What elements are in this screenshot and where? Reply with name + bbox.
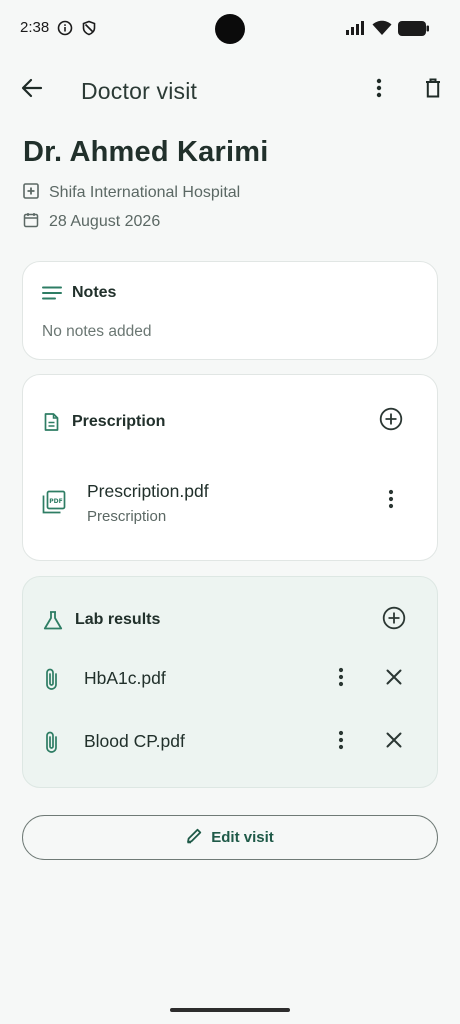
pencil-icon <box>186 827 203 848</box>
paperclip-icon <box>45 730 59 759</box>
more-options-button[interactable] <box>364 74 394 106</box>
pdf-file-icon: PDF <box>42 490 66 519</box>
delete-button[interactable] <box>418 74 448 106</box>
edit-visit-label: Edit visit <box>211 829 274 846</box>
document-icon <box>44 413 59 436</box>
back-button[interactable] <box>14 74 50 106</box>
remove-file-button[interactable] <box>379 726 409 758</box>
notes-title: Notes <box>72 284 117 301</box>
more-vert-icon <box>338 730 344 755</box>
status-time: 2:38 <box>20 19 50 36</box>
more-vert-icon <box>376 78 382 103</box>
file-name: Blood CP.pdf <box>84 731 185 751</box>
prescription-card: Prescription PDF Prescription.pdf Prescr… <box>22 374 438 561</box>
lab-results-title: Lab results <box>75 611 161 628</box>
svg-text:PDF: PDF <box>49 498 62 505</box>
flask-icon <box>43 611 63 635</box>
file-more-button[interactable] <box>328 663 354 695</box>
status-bar: 2:38 <box>0 0 460 58</box>
battery-icon <box>398 21 430 37</box>
info-icon <box>57 20 73 36</box>
back-arrow-icon <box>21 78 43 103</box>
file-more-button[interactable] <box>378 485 404 517</box>
close-icon <box>386 732 402 753</box>
home-indicator[interactable] <box>170 1008 290 1012</box>
lab-results-card: Lab results HbA1c.pdf Blood CP.pdf <box>22 576 438 788</box>
date-row: 28 August 2026 <box>23 211 160 233</box>
edit-visit-button[interactable]: Edit visit <box>22 815 438 860</box>
add-lab-result-button[interactable] <box>377 603 411 637</box>
notes-card[interactable]: Notes No notes added <box>22 261 438 360</box>
add-prescription-button[interactable] <box>374 404 408 438</box>
prescription-file-row[interactable]: PDF Prescription.pdf Prescription <box>23 469 439 533</box>
lab-file-row[interactable]: Blood CP.pdf <box>23 718 439 766</box>
front-camera <box>215 14 245 44</box>
more-vert-icon <box>388 489 394 514</box>
remove-file-button[interactable] <box>379 663 409 695</box>
hospital-icon <box>23 182 49 204</box>
lab-file-row[interactable]: HbA1c.pdf <box>23 655 439 703</box>
paperclip-icon <box>45 667 59 696</box>
prescription-title: Prescription <box>72 413 166 430</box>
hospital-name: Shifa International Hospital <box>49 184 241 201</box>
add-circle-icon <box>379 407 403 436</box>
notes-empty-text: No notes added <box>42 323 152 340</box>
calendar-icon <box>23 212 49 233</box>
trash-icon <box>425 78 441 103</box>
file-more-button[interactable] <box>328 726 354 758</box>
file-label: Prescription <box>87 508 167 525</box>
page-title: Doctor visit <box>81 78 198 104</box>
wifi-icon <box>372 20 392 36</box>
hospital-row: Shifa International Hospital <box>23 182 240 204</box>
notes-icon <box>42 286 62 305</box>
close-icon <box>386 669 402 690</box>
shield-icon <box>81 20 97 36</box>
signal-icon <box>346 21 364 37</box>
visit-date: 28 August 2026 <box>49 213 161 230</box>
doctor-name: Dr. Ahmed Karimi <box>23 136 269 168</box>
top-app-bar <box>0 60 460 122</box>
add-circle-icon <box>382 606 406 635</box>
more-vert-icon <box>338 667 344 692</box>
file-name: Prescription.pdf <box>87 481 209 501</box>
file-name: HbA1c.pdf <box>84 668 166 688</box>
